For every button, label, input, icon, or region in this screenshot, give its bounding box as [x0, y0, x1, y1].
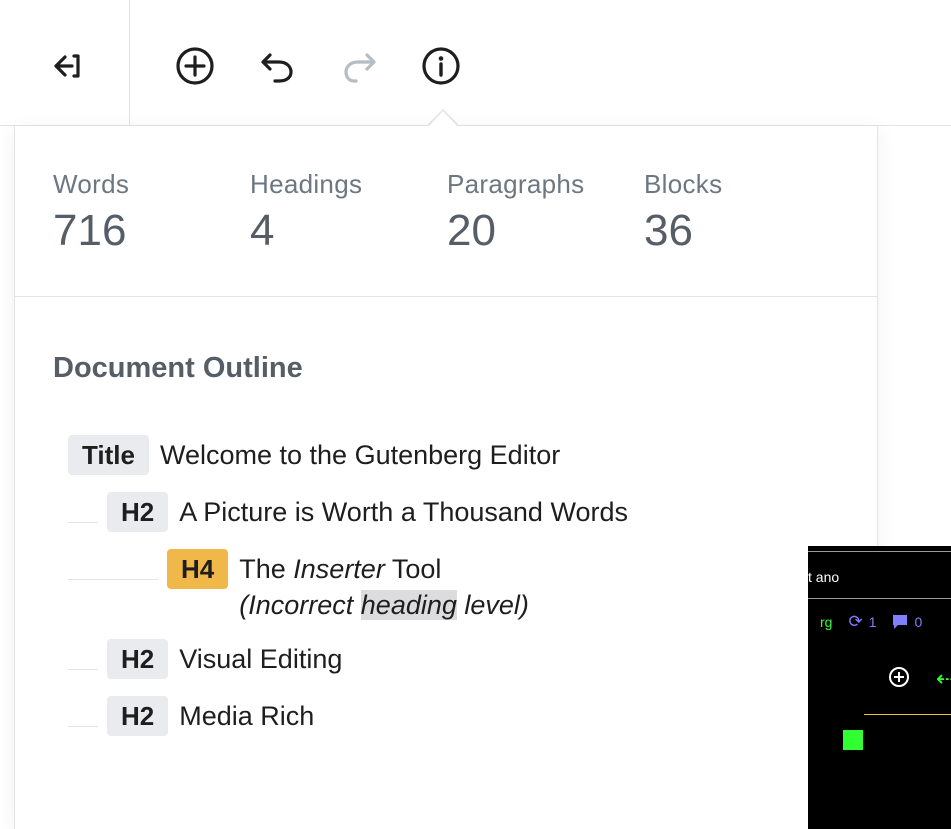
- add-block-icon: [176, 47, 214, 85]
- sync-icon: ⟳: [848, 612, 863, 631]
- outline-connector: [68, 522, 98, 523]
- level-badge: H2: [107, 639, 169, 679]
- close-sidebar-button[interactable]: [43, 44, 87, 88]
- outline-item-text: Media Rich: [179, 701, 315, 731]
- text-italic: Inserter: [293, 554, 385, 584]
- stat-headings: Headings 4: [250, 168, 362, 258]
- outline-item-text: Visual Editing: [179, 644, 343, 674]
- stat-paragraphs: Paragraphs 20: [447, 168, 584, 258]
- popover-arrow-fill: [428, 111, 458, 127]
- level-badge: H2: [107, 492, 169, 532]
- text-part: Tool: [384, 554, 442, 584]
- stat-value: 716: [53, 206, 127, 255]
- overlay-text: t ano: [808, 569, 840, 585]
- arrow-icon: ⇠: [936, 666, 951, 691]
- outline-item-title[interactable]: Title Welcome to the Gutenberg Editor: [68, 435, 560, 475]
- level-badge-warning: H4: [167, 549, 229, 589]
- overlay-divider: [808, 598, 951, 599]
- document-info-popover: Words 716 Headings 4 Paragraphs 20 Block…: [14, 126, 878, 829]
- overlay-status-row: rg ⟳ 1 0: [820, 612, 922, 632]
- overlay-fragment: rg: [820, 614, 833, 630]
- outline-connector: [68, 726, 98, 727]
- stat-value: 4: [250, 206, 275, 255]
- note-highlight: heading: [360, 590, 457, 620]
- add-block-button[interactable]: [173, 44, 217, 88]
- outline-item-h4[interactable]: H4 The Inserter Tool (Incorrect heading …: [68, 549, 529, 623]
- redo-button[interactable]: [338, 44, 382, 88]
- stat-label: Words: [53, 169, 130, 199]
- info-icon: [422, 47, 460, 85]
- toolbar-divider: [129, 0, 130, 126]
- redo-icon: [344, 53, 376, 83]
- level-badge: H2: [107, 696, 169, 736]
- stat-words: Words 716: [53, 168, 129, 258]
- outline-item-text: The Inserter Tool (Incorrect heading lev…: [239, 549, 529, 623]
- overlay-line: [864, 714, 951, 715]
- outline-item-h2[interactable]: H2 Visual Editing: [68, 639, 342, 679]
- outline-item-h2[interactable]: H2 Media Rich: [68, 696, 314, 736]
- stat-label: Blocks: [644, 169, 723, 199]
- stat-blocks: Blocks 36: [644, 168, 722, 258]
- comment-icon: [892, 615, 907, 629]
- note-part: level): [456, 590, 529, 620]
- stats-divider: [15, 296, 877, 297]
- level-badge: Title: [68, 435, 149, 475]
- outline-connector: [68, 669, 98, 670]
- text-part: The: [239, 554, 294, 584]
- close-sidebar-icon: [54, 54, 80, 78]
- note-part: (Incorrect: [239, 590, 361, 620]
- sync-count: 1: [868, 614, 877, 630]
- undo-icon: [261, 53, 293, 83]
- outline-item-h2[interactable]: H2 A Picture is Worth a Thousand Words: [68, 492, 628, 532]
- editor-toolbar: [0, 0, 951, 126]
- heading-level-warning: (Incorrect heading level): [239, 587, 529, 623]
- stat-label: Headings: [250, 169, 363, 199]
- plus-circle-icon: [889, 667, 909, 687]
- stat-label: Paragraphs: [447, 169, 585, 199]
- document-info-button[interactable]: [419, 44, 463, 88]
- undo-button[interactable]: [255, 44, 299, 88]
- overlay-thumbnail: t ano rg ⟳ 1 0 ⇠: [808, 546, 951, 829]
- outline-item-text: Welcome to the Gutenberg Editor: [159, 440, 561, 470]
- overlay-divider: [808, 551, 951, 552]
- outline-connector: [68, 579, 158, 580]
- overlay-square: [843, 730, 863, 750]
- stat-value: 20: [447, 206, 496, 255]
- comment-count: 0: [914, 614, 923, 630]
- stat-value: 36: [644, 206, 693, 255]
- outline-heading: Document Outline: [53, 352, 303, 384]
- outline-item-text: A Picture is Worth a Thousand Words: [179, 497, 628, 527]
